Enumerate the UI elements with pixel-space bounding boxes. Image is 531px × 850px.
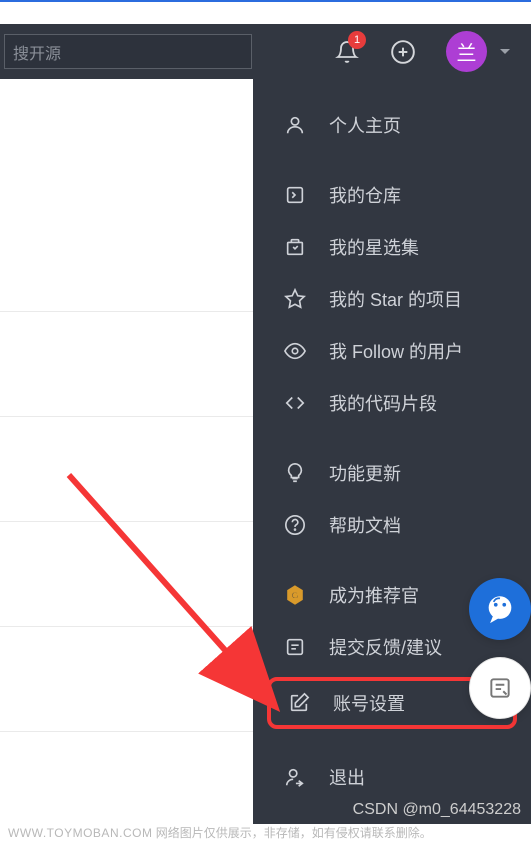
- menu-item-label: 我的星选集: [329, 234, 419, 260]
- search-box[interactable]: 搜开源: [4, 34, 252, 69]
- person-icon: [283, 113, 307, 137]
- chat-float-button[interactable]: [469, 578, 531, 640]
- menu-item-label: 成为推荐官: [329, 582, 419, 608]
- notifications-button[interactable]: 1: [334, 39, 360, 65]
- note-icon: [487, 675, 513, 701]
- watermark-source: WWW.TOYMOBAN.COM 网络图片仅供展示，非存储，如有侵权请联系删除。: [8, 824, 432, 841]
- menu-item-label: 个人主页: [329, 112, 401, 138]
- menu-item-snippets[interactable]: 我的代码片段: [253, 377, 531, 429]
- logout-icon: [283, 765, 307, 789]
- menu-item-logout[interactable]: 退出: [253, 751, 531, 803]
- note-float-button[interactable]: [469, 657, 531, 719]
- menu-item-label: 退出: [329, 764, 365, 790]
- menu-item-label: 帮助文档: [329, 512, 401, 538]
- bulb-icon: [283, 461, 307, 485]
- menu-item-label: 我的仓库: [329, 182, 401, 208]
- menu-item-label: 我的代码片段: [329, 390, 437, 416]
- list-item[interactable]: [0, 312, 253, 417]
- add-button[interactable]: [390, 39, 416, 65]
- repo-icon: [283, 183, 307, 207]
- code-icon: [283, 391, 307, 415]
- search-input-value: 搜开源: [13, 40, 61, 64]
- avatar-menu-trigger[interactable]: 兰: [446, 31, 511, 72]
- badge-icon: G: [283, 583, 307, 607]
- menu-item-label: 功能更新: [329, 460, 401, 486]
- list-item[interactable]: [0, 417, 253, 522]
- menu-item-label: 我的 Star 的项目: [329, 286, 462, 312]
- menu-item-following[interactable]: 我 Follow 的用户: [253, 325, 531, 377]
- menu-item-label: 提交反馈/建议: [329, 634, 442, 660]
- menu-item-label: 我 Follow 的用户: [329, 338, 463, 364]
- settings-icon: [287, 691, 311, 715]
- svg-text:G: G: [291, 591, 298, 601]
- list-item[interactable]: [0, 522, 253, 627]
- menu-item-updates[interactable]: 功能更新: [253, 447, 531, 499]
- menu-item-collections[interactable]: 我的星选集: [253, 221, 531, 273]
- avatar: 兰: [446, 31, 487, 72]
- watermark-host: WWW.TOYMOBAN.COM: [8, 826, 152, 840]
- header-icons: 1 兰: [334, 31, 511, 72]
- feedback-icon: [283, 635, 307, 659]
- chat-icon: [483, 592, 517, 626]
- chevron-down-icon: [499, 43, 511, 61]
- menu-item-label: 账号设置: [333, 690, 405, 716]
- menu-item-starred[interactable]: 我的 Star 的项目: [253, 273, 531, 325]
- list-item[interactable]: [0, 627, 253, 732]
- eye-icon: [283, 339, 307, 363]
- menu-item-repos[interactable]: 我的仓库: [253, 169, 531, 221]
- content-list: [0, 80, 253, 850]
- help-icon: [283, 513, 307, 537]
- menu-item-profile[interactable]: 个人主页: [253, 99, 531, 151]
- notification-badge: 1: [348, 31, 366, 49]
- app-header: 搜开源 1 兰: [0, 24, 531, 79]
- menu-item-help[interactable]: 帮助文档: [253, 499, 531, 551]
- watermark-csdn: CSDN @m0_64453228: [353, 801, 521, 819]
- watermark-text: 网络图片仅供展示，非存储，如有侵权请联系删除。: [152, 826, 431, 840]
- list-item[interactable]: [0, 80, 253, 312]
- browser-top-bar: [0, 0, 531, 24]
- collection-icon: [283, 235, 307, 259]
- star-icon: [283, 287, 307, 311]
